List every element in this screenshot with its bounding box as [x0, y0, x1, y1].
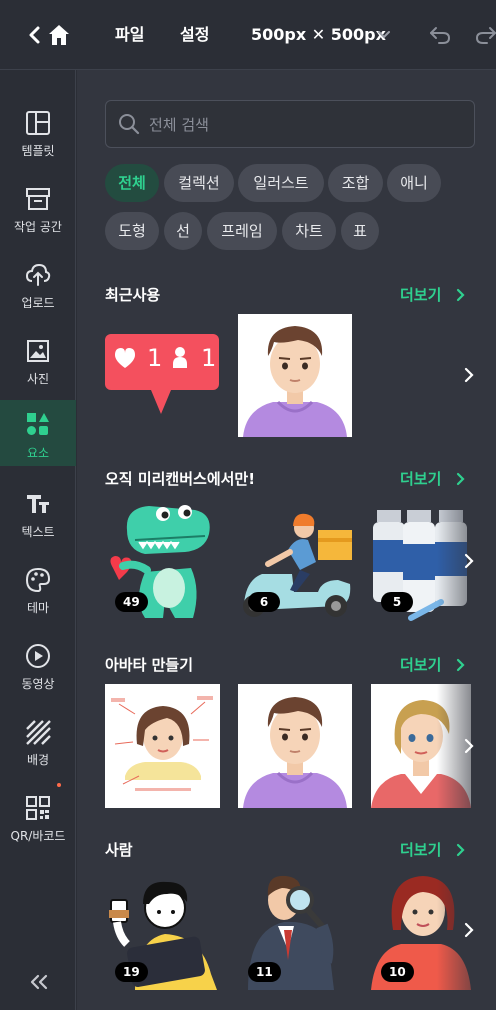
chip-all[interactable]: 전체	[105, 164, 159, 202]
chip-chart[interactable]: 차트	[282, 212, 336, 250]
chip-collection[interactable]: 컬렉션	[164, 164, 234, 202]
search-input[interactable]: 전체 검색	[149, 114, 209, 135]
chip-frame[interactable]: 프레임	[207, 212, 277, 250]
use-count-badge: 5	[381, 592, 413, 612]
search-icon	[118, 113, 140, 135]
top-bar: 파일 설정 500px ✕ 500px	[0, 0, 496, 70]
chip-illustration[interactable]: 일러스트	[238, 164, 324, 202]
sidebar-item-label: 배경	[26, 753, 50, 767]
section-title-exclusive: 오직 미리캔버스에서만!	[105, 470, 256, 488]
sidebar-item-label: QR/바코드	[10, 829, 66, 843]
sidebar-item-text[interactable]: 텍스트	[0, 483, 76, 549]
undo-icon[interactable]	[428, 24, 452, 46]
chevron-right-icon[interactable]	[463, 553, 475, 569]
sidebar-item-elements[interactable]: 요소	[0, 400, 76, 466]
settings-menu[interactable]: 설정	[180, 22, 209, 48]
sidebar: 템플릿 작업 공간 업로드 사진 요소 텍스트 테마 동영상 배경 QR/바코드	[0, 70, 76, 1010]
redo-icon[interactable]	[474, 24, 496, 46]
search-box[interactable]: 전체 검색	[105, 100, 475, 148]
photo-icon	[25, 338, 51, 364]
chevron-right-icon[interactable]	[463, 367, 475, 383]
sidebar-item-label: 템플릿	[21, 144, 55, 158]
section-title-avatar: 아바타 만들기	[105, 656, 194, 674]
sidebar-item-background[interactable]: 배경	[0, 711, 76, 777]
chevron-right-icon[interactable]	[463, 922, 475, 938]
text-icon	[25, 491, 51, 517]
collapse-sidebar-icon[interactable]	[27, 970, 51, 994]
new-badge-dot	[57, 783, 61, 787]
chevron-right-icon[interactable]	[463, 738, 475, 754]
sidebar-item-label: 테마	[26, 601, 50, 615]
chevron-right-icon[interactable]	[455, 471, 467, 486]
use-count-badge: 10	[381, 962, 414, 982]
chevron-down-icon[interactable]	[376, 27, 392, 43]
chevron-right-icon[interactable]	[455, 287, 467, 302]
canvas-size-selector[interactable]: 500px ✕ 500px	[251, 22, 386, 48]
qr-code-icon	[25, 795, 51, 821]
sidebar-item-photo[interactable]: 사진	[0, 330, 76, 396]
sidebar-item-upload[interactable]: 업로드	[0, 254, 76, 320]
chip-animation[interactable]: 애니	[387, 164, 441, 202]
home-icon[interactable]	[46, 22, 72, 48]
background-icon	[25, 719, 51, 745]
chip-combination[interactable]: 조합	[328, 164, 383, 202]
elements-panel: 전체 검색 전체 컬렉션 일러스트 조합 애니 도형 선 프레임 차트 표 최근…	[77, 70, 496, 1010]
workspace-icon	[25, 186, 51, 212]
recent-item-boy-avatar[interactable]	[238, 314, 352, 437]
more-link-recent[interactable]: 더보기	[400, 284, 441, 305]
like-count: 1	[147, 344, 163, 372]
use-count-badge: 49	[115, 592, 148, 612]
back-icon[interactable]	[26, 22, 44, 48]
chevron-right-icon[interactable]	[455, 842, 467, 857]
follower-count: 1	[201, 344, 217, 372]
recent-item-like-bubble[interactable]: 1 1	[105, 334, 220, 418]
upload-icon	[25, 262, 51, 288]
sidebar-item-qr-barcode[interactable]: QR/바코드	[0, 787, 76, 853]
file-menu[interactable]: 파일	[115, 22, 144, 48]
use-count-badge: 6	[248, 592, 280, 612]
sidebar-item-label: 요소	[26, 446, 50, 460]
avatar-item-girl-sketch[interactable]	[105, 684, 220, 808]
use-count-badge: 11	[248, 962, 281, 982]
sidebar-item-theme[interactable]: 테마	[0, 559, 76, 625]
section-title-people: 사람	[105, 841, 133, 859]
more-link-avatar[interactable]: 더보기	[400, 654, 441, 675]
more-link-exclusive[interactable]: 더보기	[400, 468, 441, 489]
sidebar-item-label: 텍스트	[21, 525, 55, 539]
chip-table[interactable]: 표	[341, 212, 379, 250]
sidebar-item-templates[interactable]: 템플릿	[0, 102, 76, 168]
sidebar-item-video[interactable]: 동영상	[0, 635, 76, 701]
avatar-item-boy[interactable]	[238, 684, 352, 808]
use-count-badge: 19	[115, 962, 148, 982]
more-link-people[interactable]: 더보기	[400, 839, 441, 860]
sidebar-item-label: 사진	[26, 372, 50, 386]
theme-palette-icon	[25, 567, 51, 593]
sidebar-item-label: 작업 공간	[14, 220, 62, 234]
sidebar-item-workspace[interactable]: 작업 공간	[0, 178, 76, 244]
section-title-recent: 최근사용	[105, 286, 161, 304]
chip-line[interactable]: 선	[164, 212, 202, 250]
elements-icon	[25, 411, 51, 437]
sidebar-item-label: 업로드	[21, 296, 55, 310]
chip-shape[interactable]: 도형	[105, 212, 159, 250]
video-icon	[25, 643, 51, 669]
sidebar-item-label: 동영상	[21, 677, 55, 691]
template-icon	[25, 110, 51, 136]
chevron-right-icon[interactable]	[455, 657, 467, 672]
